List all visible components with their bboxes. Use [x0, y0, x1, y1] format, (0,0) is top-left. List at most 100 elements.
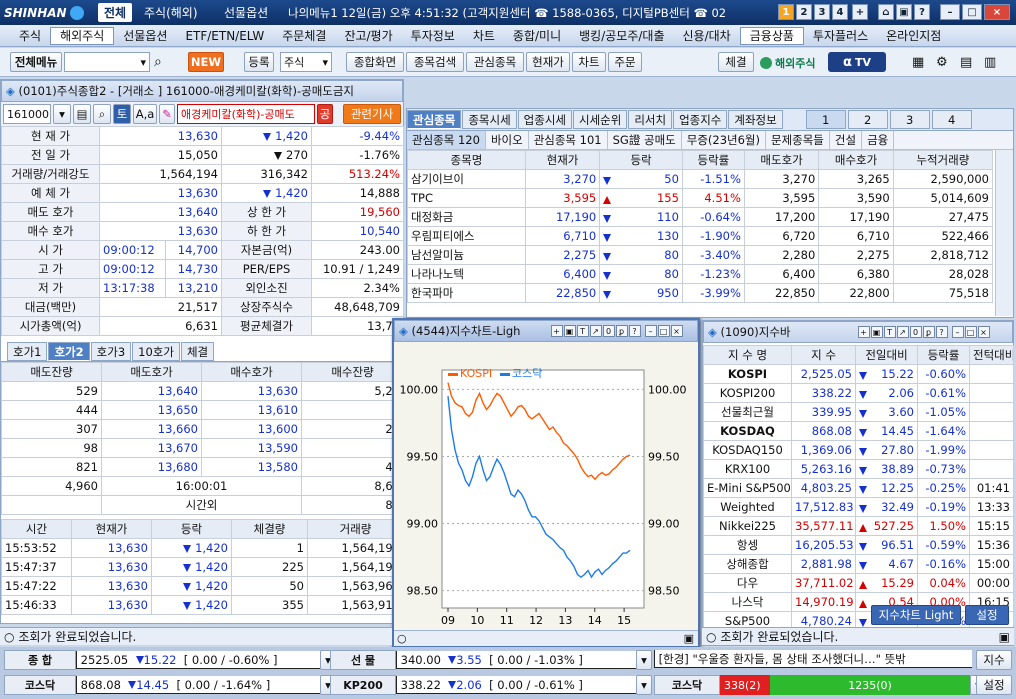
- ticker-kosdaq-breadth[interactable]: 코스닥 338(2) 1235(0) ▾: [654, 675, 986, 695]
- table-row[interactable]: 선물최근월 339.95 3.60 -1.05%: [703, 402, 1014, 422]
- column-header[interactable]: 등락: [599, 150, 683, 170]
- tab-ask1[interactable]: 호가1: [7, 342, 48, 361]
- menu-item[interactable]: 해외주식: [50, 26, 115, 45]
- tab-10-ask[interactable]: 10호가: [132, 342, 180, 361]
- column-header[interactable]: 현재가: [524, 150, 601, 170]
- table-row[interactable]: 다우 37,711.02 15.29 0.04% 00:00: [703, 573, 1014, 593]
- menu-item[interactable]: 주식: [10, 27, 50, 45]
- maximize-icon[interactable]: □: [964, 326, 977, 338]
- watch-subtab[interactable]: 건설: [830, 131, 863, 149]
- stock-name[interactable]: TPC: [407, 188, 526, 208]
- index-name[interactable]: 나스닥: [703, 592, 792, 612]
- menu-item[interactable]: 신용/대차: [674, 27, 740, 45]
- watch-subtab[interactable]: 무증(23년6월): [682, 131, 766, 149]
- watchlist-button[interactable]: 관심종목: [466, 52, 524, 72]
- home-icon[interactable]: ⌂: [878, 4, 894, 20]
- ticker-kosdaq[interactable]: 코스닥 868.08 14.45 [ 0.00 / -1.64% ] ▾: [4, 675, 336, 695]
- tab-trades[interactable]: 체결: [180, 342, 215, 361]
- close-icon[interactable]: ×: [670, 325, 683, 337]
- tab-ask2[interactable]: 호가2: [48, 342, 90, 361]
- watch-subtab[interactable]: 금융: [862, 131, 895, 149]
- window-2-button[interactable]: 2: [796, 4, 812, 20]
- register-button[interactable]: 등록: [244, 52, 274, 72]
- maximize-icon[interactable]: □: [962, 4, 982, 20]
- watch-subtab[interactable]: 관심종목 120: [407, 131, 486, 149]
- stock-name[interactable]: 대정화금: [407, 207, 526, 227]
- watch-tab[interactable]: 업종지수: [673, 110, 728, 129]
- watch-page-button[interactable]: 4: [931, 110, 972, 129]
- alpha-tv-button[interactable]: α TV: [828, 52, 886, 72]
- minimize-icon[interactable]: –: [644, 325, 657, 337]
- table-row[interactable]: KOSPI200 338.22 2.06 -0.61%: [703, 383, 1014, 403]
- index-name[interactable]: KOSPI200: [703, 383, 792, 403]
- orderbook-cell[interactable]: 13,650: [101, 400, 202, 420]
- index-name[interactable]: 상해종합: [703, 554, 792, 574]
- grid-icon[interactable]: ▥: [984, 55, 996, 70]
- index-name[interactable]: 다우: [703, 573, 792, 593]
- menu-item[interactable]: 잔고/평가: [335, 27, 401, 45]
- bookmark-icon[interactable]: ✎: [159, 104, 175, 124]
- add-icon[interactable]: +: [550, 325, 563, 337]
- index-name[interactable]: Nikkei225: [703, 516, 792, 536]
- table-row[interactable]: Weighted 17,512.83 32.49 -0.19% 13:33: [703, 497, 1014, 517]
- watch-tab[interactable]: 시세순위: [572, 110, 628, 129]
- menu-item[interactable]: 온라인지점: [877, 27, 950, 45]
- overview-button[interactable]: 종합화면: [346, 52, 404, 72]
- my-menu-label[interactable]: 나의메뉴1: [288, 5, 338, 21]
- ticker-futures[interactable]: 선 물 340.00 3.55 [ 0.00 / -1.03% ] ▾: [330, 650, 652, 670]
- menu-item[interactable]: 종합/미니: [504, 27, 570, 45]
- orderbook-cell[interactable]: 13,640: [101, 381, 202, 401]
- index-name[interactable]: KOSDAQ: [703, 421, 792, 441]
- index-chart[interactable]: 100.00 100.00 99.50 99.50 99.00 99.00 98.50 98.…: [394, 342, 698, 630]
- index-name[interactable]: KRX100: [703, 459, 792, 479]
- ticker-kp200[interactable]: KP200 338.22 2.06 [ 0.00 / -0.61% ] ▾: [330, 675, 652, 695]
- index-name[interactable]: E-Mini S&P500F: [703, 478, 792, 498]
- watch-tab[interactable]: 업종시세: [517, 110, 572, 129]
- font-toggle-button[interactable]: A,a: [133, 104, 157, 124]
- window-1-button[interactable]: 1: [778, 4, 794, 20]
- index-name[interactable]: Weighted: [703, 497, 792, 517]
- orderbook-cell[interactable]: 13,590: [201, 438, 302, 458]
- watch-page-button[interactable]: 1: [805, 110, 846, 129]
- menu-item[interactable]: 차트: [464, 27, 504, 45]
- stock-code-input[interactable]: 161000: [3, 104, 51, 124]
- lock-icon[interactable]: ▣: [896, 4, 912, 20]
- column-header[interactable]: 종목명: [407, 150, 526, 170]
- stock-name[interactable]: 한국파마: [407, 283, 526, 303]
- minimize-icon[interactable]: –: [951, 326, 964, 338]
- stock-name[interactable]: 우림피티에스: [407, 226, 526, 246]
- watch-subtab[interactable]: 문제종목들: [766, 131, 830, 149]
- tab-all[interactable]: 전체: [98, 3, 133, 22]
- stock-search-button[interactable]: 종목검색: [406, 52, 464, 72]
- index-name[interactable]: 항셍: [703, 535, 792, 555]
- search-icon[interactable]: ⌕: [93, 104, 111, 124]
- to-button[interactable]: 토: [113, 104, 131, 124]
- table-row[interactable]: 나라나노텍 6,400 80 -1.23% 6,400 6,380 28,028: [407, 264, 994, 284]
- menu-item[interactable]: 투자플러스: [804, 27, 877, 45]
- orderbook-cell[interactable]: 13,670: [101, 438, 202, 458]
- orderbook-cell[interactable]: 13,630: [201, 381, 302, 401]
- maximize-icon[interactable]: □: [657, 325, 670, 337]
- list-icon[interactable]: ▤: [73, 104, 91, 124]
- price-button[interactable]: 현재가: [526, 52, 570, 72]
- help-icon[interactable]: ?: [935, 326, 948, 338]
- table-row[interactable]: Nikkei225 35,577.11 527.25 1.50% 15:15: [703, 516, 1014, 536]
- chevron-down-icon[interactable]: ▾: [636, 650, 652, 670]
- watch-subtab[interactable]: 관심종목 101: [529, 131, 608, 149]
- table-row[interactable]: 우림피티에스 6,710 130 -1.90% 6,720 6,710 522,466: [407, 226, 994, 246]
- t-icon[interactable]: T: [883, 326, 896, 338]
- watch-tab[interactable]: 관심종목: [407, 110, 462, 129]
- column-header[interactable]: 매도호가: [743, 150, 820, 170]
- zero-icon[interactable]: 0: [602, 325, 615, 337]
- pin-icon[interactable]: ꝑ: [922, 326, 935, 338]
- add-icon[interactable]: +: [857, 326, 870, 338]
- menu-item[interactable]: 투자정보: [402, 27, 464, 45]
- menu-item[interactable]: 선물옵션: [114, 27, 176, 45]
- table-row[interactable]: 남선알미늄 2,275 80 -3.40% 2,280 2,275 2,818,712: [407, 245, 994, 265]
- tab-overseas-stock[interactable]: 주식(해외): [138, 3, 204, 22]
- page-icon[interactable]: ▣: [999, 630, 1010, 644]
- category-select[interactable]: 주식 ▾: [280, 52, 332, 72]
- table-row[interactable]: 항셍 16,205.53 96.51 -0.59% 15:36: [703, 535, 1014, 555]
- orderbook-cell[interactable]: 13,660: [101, 419, 202, 439]
- chart-button[interactable]: 차트: [572, 52, 606, 72]
